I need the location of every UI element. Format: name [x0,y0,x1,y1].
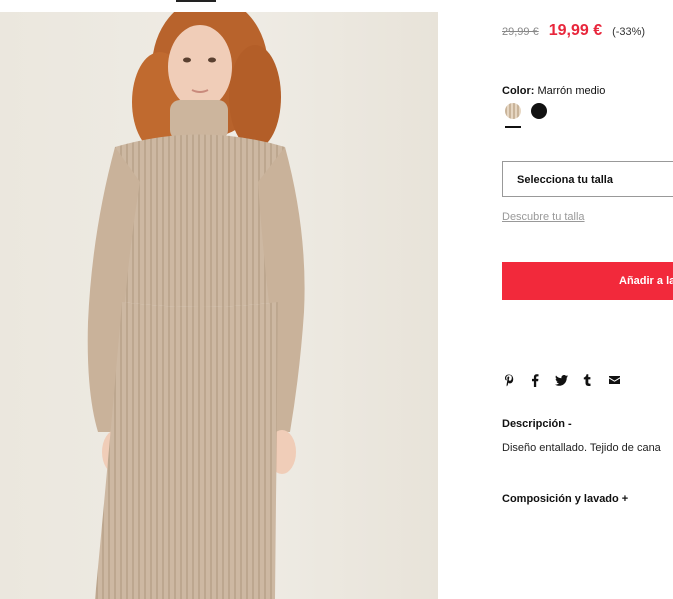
description-toggle[interactable]: Descripción - [502,418,572,430]
price-row: 29,99 € 19,99 € (-33%) [502,22,645,40]
pinterest-icon[interactable] [503,373,515,387]
size-guide-link[interactable]: Descubre tu talla [502,211,585,223]
size-select[interactable]: Selecciona tu talla [502,161,673,197]
active-tab-indicator [176,0,216,2]
sale-price: 19,99 € [548,22,603,39]
discount-badge: (-33%) [612,26,646,38]
selected-swatch-indicator [505,126,521,128]
color-value: Marrón medio [537,85,606,97]
description-text: Diseño entallado. Tejido de cana [502,442,661,454]
color-swatch-black[interactable] [531,103,547,119]
product-photo[interactable] [0,12,438,599]
facebook-icon[interactable] [529,373,541,387]
model-in-dress-illustration [87,12,305,599]
twitter-icon[interactable] [554,373,568,387]
composition-toggle[interactable]: Composición y lavado + [502,493,628,505]
color-row: Color: Marrón medio [502,85,605,97]
add-to-cart-button[interactable]: Añadir a la [502,262,673,300]
color-label: Color: [502,85,535,97]
color-swatch-beige[interactable] [505,103,521,119]
add-to-cart-label: Añadir a la [619,275,673,287]
old-price: 29,99 € [502,26,539,38]
tumblr-icon[interactable] [582,373,592,387]
size-select-label: Selecciona tu talla [517,174,613,186]
email-icon[interactable] [608,373,620,387]
